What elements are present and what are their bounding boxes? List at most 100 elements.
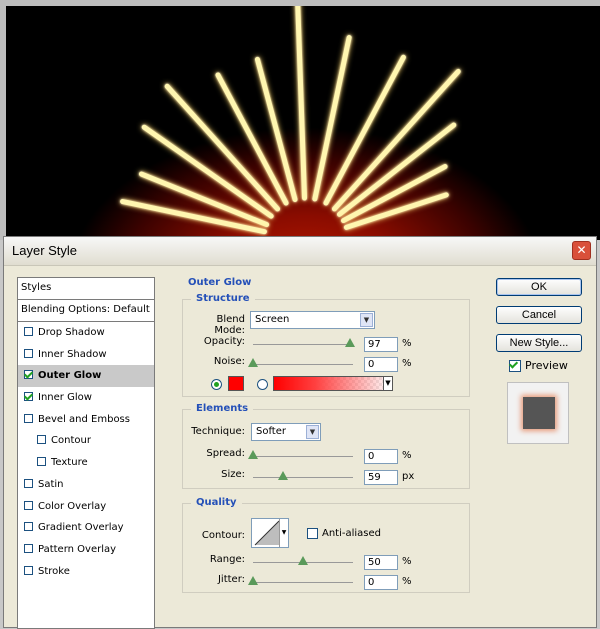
noise-unit: % bbox=[402, 358, 412, 369]
style-item-drop-shadow[interactable]: Drop Shadow bbox=[18, 322, 154, 344]
size-field[interactable]: 59 bbox=[364, 470, 398, 485]
style-checkbox[interactable] bbox=[24, 413, 33, 423]
blend-mode-label: Blend Mode: bbox=[214, 314, 245, 336]
size-unit: px bbox=[402, 471, 415, 482]
style-checkbox[interactable] bbox=[24, 565, 33, 575]
noise-field[interactable]: 0 bbox=[364, 357, 398, 372]
gradient-radio[interactable] bbox=[257, 379, 268, 390]
jitter-label: Jitter: bbox=[217, 574, 245, 585]
chevron-down-icon: ▼ bbox=[360, 313, 373, 327]
cancel-button[interactable]: Cancel bbox=[496, 306, 582, 324]
quality-group: Quality Contour: ▼ Anti-aliased Range: 5… bbox=[182, 497, 470, 593]
style-item-contour[interactable]: Contour bbox=[18, 430, 154, 452]
style-item-inner-shadow[interactable]: Inner Shadow bbox=[18, 344, 154, 366]
outer-glow-panel: Outer Glow Structure Blend Mode: Screen … bbox=[172, 273, 478, 629]
opacity-slider-thumb[interactable] bbox=[345, 338, 355, 347]
size-slider[interactable] bbox=[253, 477, 353, 478]
spread-label: Spread: bbox=[206, 448, 245, 459]
style-item-label: Contour bbox=[51, 435, 91, 447]
style-item-stroke[interactable]: Stroke bbox=[18, 561, 154, 583]
styles-list: Styles Blending Options: Default Drop Sh… bbox=[17, 277, 155, 629]
style-item-texture[interactable]: Texture bbox=[18, 452, 154, 474]
image-canvas bbox=[6, 6, 600, 240]
technique-select[interactable]: Softer ▼ bbox=[251, 423, 321, 441]
style-item-label: Inner Shadow bbox=[38, 348, 107, 360]
style-item-bevel-and-emboss[interactable]: Bevel and Emboss bbox=[18, 409, 154, 431]
style-checkbox[interactable] bbox=[24, 522, 33, 532]
contour-label: Contour: bbox=[201, 530, 245, 541]
size-slider-thumb[interactable] bbox=[278, 471, 288, 480]
noise-slider-thumb[interactable] bbox=[248, 358, 258, 367]
style-item-label: Stroke bbox=[38, 565, 70, 577]
opacity-slider[interactable] bbox=[253, 344, 353, 345]
jitter-unit: % bbox=[402, 576, 412, 587]
style-checkbox[interactable] bbox=[24, 392, 33, 402]
jitter-slider[interactable] bbox=[253, 582, 353, 583]
structure-title: Structure bbox=[191, 293, 255, 304]
spread-field[interactable]: 0 bbox=[364, 449, 398, 464]
contour-curve-icon bbox=[254, 520, 280, 546]
style-checkbox[interactable] bbox=[37, 435, 46, 445]
elements-group: Elements Technique: Softer ▼ Spread: 0 %… bbox=[182, 403, 470, 489]
preview-thumbnail bbox=[507, 382, 569, 444]
style-item-satin[interactable]: Satin bbox=[18, 474, 154, 496]
blend-mode-value: Screen bbox=[255, 314, 290, 325]
style-item-outer-glow[interactable]: Outer Glow bbox=[18, 365, 154, 388]
blend-mode-select[interactable]: Screen ▼ bbox=[250, 311, 375, 329]
opacity-label: Opacity: bbox=[203, 336, 245, 347]
preview-swatch bbox=[523, 397, 555, 429]
preview-checkbox[interactable] bbox=[509, 360, 521, 372]
style-checkbox[interactable] bbox=[24, 543, 33, 553]
canvas-frame bbox=[0, 0, 600, 240]
style-item-label: Texture bbox=[51, 457, 88, 469]
contour-picker[interactable]: ▼ bbox=[251, 518, 289, 548]
preview-label: Preview bbox=[525, 359, 568, 372]
noise-slider[interactable] bbox=[253, 364, 353, 365]
style-item-label: Satin bbox=[38, 478, 64, 490]
anti-aliased-checkbox[interactable] bbox=[307, 528, 318, 539]
range-slider-thumb[interactable] bbox=[298, 556, 308, 565]
style-item-color-overlay[interactable]: Color Overlay bbox=[18, 496, 154, 518]
style-checkbox[interactable] bbox=[37, 457, 46, 467]
glow-color-swatch[interactable] bbox=[228, 376, 244, 391]
styles-header[interactable]: Styles bbox=[18, 278, 154, 300]
style-checkbox[interactable] bbox=[24, 370, 33, 380]
style-checkbox[interactable] bbox=[24, 327, 33, 336]
range-field[interactable]: 50 bbox=[364, 555, 398, 570]
style-item-pattern-overlay[interactable]: Pattern Overlay bbox=[18, 539, 154, 561]
gradient-swatch[interactable]: ▼ bbox=[273, 376, 393, 391]
spread-slider[interactable] bbox=[253, 456, 353, 457]
range-unit: % bbox=[402, 556, 412, 567]
new-style-button[interactable]: New Style... bbox=[496, 334, 582, 352]
anti-aliased-label: Anti-aliased bbox=[322, 528, 382, 539]
style-item-gradient-overlay[interactable]: Gradient Overlay bbox=[18, 517, 154, 539]
spread-unit: % bbox=[402, 450, 412, 461]
technique-label: Technique: bbox=[191, 426, 245, 437]
structure-group: Structure Blend Mode: Screen ▼ Opacity: … bbox=[182, 293, 470, 397]
jitter-field[interactable]: 0 bbox=[364, 575, 398, 590]
style-item-inner-glow[interactable]: Inner Glow bbox=[18, 387, 154, 409]
blending-options[interactable]: Blending Options: Default bbox=[18, 300, 154, 322]
ok-button[interactable]: OK bbox=[496, 278, 582, 296]
size-label: Size: bbox=[221, 469, 245, 480]
close-icon[interactable]: ✕ bbox=[572, 241, 591, 260]
outer-glow-title: Outer Glow bbox=[188, 277, 252, 288]
style-item-label: Gradient Overlay bbox=[38, 522, 124, 534]
opacity-field[interactable]: 97 bbox=[364, 337, 398, 352]
style-checkbox[interactable] bbox=[24, 478, 33, 488]
elements-title: Elements bbox=[191, 403, 254, 414]
title-bar: Layer Style ✕ bbox=[4, 237, 596, 266]
technique-value: Softer bbox=[256, 426, 286, 437]
noise-label: Noise: bbox=[213, 356, 245, 367]
style-item-label: Bevel and Emboss bbox=[38, 413, 130, 425]
gradient-dropdown-icon[interactable]: ▼ bbox=[383, 376, 393, 391]
contour-dropdown-icon[interactable]: ▼ bbox=[279, 519, 288, 547]
opacity-unit: % bbox=[402, 338, 412, 349]
spread-slider-thumb[interactable] bbox=[248, 450, 258, 459]
jitter-slider-thumb[interactable] bbox=[248, 576, 258, 585]
range-label: Range: bbox=[209, 554, 245, 565]
style-checkbox[interactable] bbox=[24, 348, 33, 358]
style-checkbox[interactable] bbox=[24, 500, 33, 510]
color-radio[interactable] bbox=[211, 379, 222, 390]
style-items: Drop Shadow Inner Shadow Outer Glow Inner G… bbox=[18, 322, 154, 582]
